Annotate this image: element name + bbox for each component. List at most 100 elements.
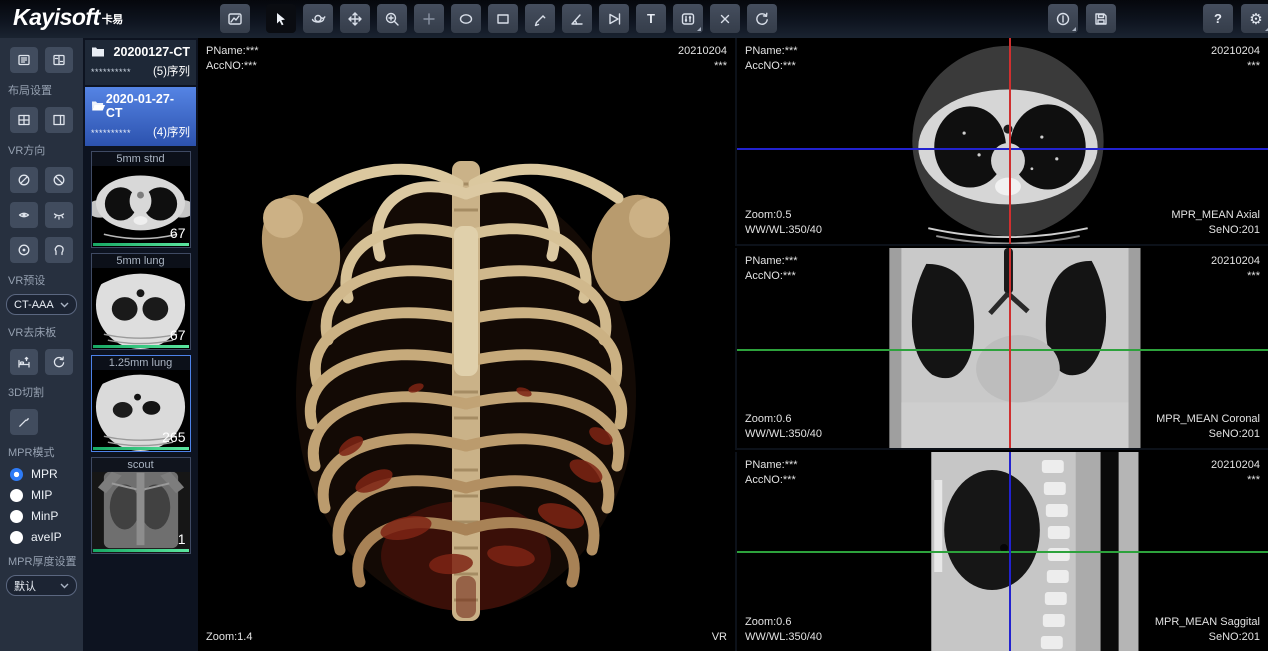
folder-open-icon — [91, 100, 106, 112]
window-level-value: WW/WL:350/40 — [745, 223, 822, 238]
reset-view-button[interactable] — [747, 4, 777, 33]
ellipse-roi-button[interactable] — [451, 4, 481, 33]
coronal-overlay-topright: 20210204 *** — [1211, 254, 1260, 284]
vr-overlay-topright: 20210204 *** — [678, 44, 727, 74]
rotate-3d-button[interactable] — [303, 4, 333, 33]
mpr-mode-option-mip[interactable]: MIP — [10, 488, 83, 502]
sagittal-crosshair-vertical[interactable] — [1009, 452, 1011, 651]
zoom-factor: Zoom:0.6 — [745, 412, 822, 427]
masked-value: *** — [678, 59, 727, 74]
delete-annotation-button[interactable] — [710, 4, 740, 33]
sagittal-overlay-bottomleft: Zoom:0.6 WW/WL:350/40 — [745, 615, 822, 645]
thumbnail-label: scout — [92, 458, 190, 472]
zoom-factor: Zoom:1.4 — [206, 630, 252, 645]
radio-selected-icon — [10, 468, 23, 481]
chevron-down-icon — [60, 302, 69, 308]
text-annotation-button[interactable]: T — [636, 4, 666, 33]
coronal-viewport[interactable]: PName:*** AccNO:*** 20210204 *** Zoom:0.… — [735, 248, 1268, 450]
help-button[interactable]: ? — [1203, 4, 1233, 33]
restore-icon — [52, 355, 66, 369]
compare-layout-button[interactable] — [45, 47, 73, 73]
crosshair-button[interactable] — [414, 4, 444, 33]
series-thumbnail-scout[interactable]: scout 1 — [91, 457, 191, 554]
axial-viewport[interactable]: PName:*** AccNO:*** 20210204 *** Zoom:0.… — [735, 38, 1268, 246]
sagittal-crosshair-horizontal[interactable] — [737, 551, 1268, 553]
vr-dir-anterior-button[interactable] — [10, 202, 38, 228]
info-tool-group — [1048, 4, 1116, 33]
study-meta: ********** (4)序列 — [91, 124, 190, 140]
settings-button[interactable]: ⚙ — [1241, 4, 1268, 33]
left-sidebar: 布局设置 VR方向 — [0, 38, 83, 651]
vr-bed-row — [0, 349, 83, 375]
cursor-icon — [273, 11, 289, 27]
axial-crosshair-horizontal[interactable] — [737, 148, 1268, 150]
measure-line-button[interactable] — [525, 4, 555, 33]
mpr-thickness-select[interactable]: 默认 — [6, 575, 77, 596]
radio-icon — [10, 531, 23, 544]
mpr-mode-option-mpr[interactable]: MPR — [10, 467, 83, 481]
coronal-crosshair-horizontal[interactable] — [737, 349, 1268, 351]
submenu-corner-icon — [1072, 27, 1076, 31]
window-level-value: WW/WL:350/40 — [745, 427, 822, 442]
mpr-image-icon — [227, 11, 243, 27]
cobb-angle-button[interactable] — [599, 4, 629, 33]
patient-name-masked: ********** — [91, 128, 131, 138]
vr-preset-select[interactable]: CT-AAA — [6, 294, 77, 315]
vr-dir-head-button[interactable] — [10, 237, 38, 263]
grid-2x2-button[interactable] — [10, 107, 38, 133]
vr-dir-left-button[interactable] — [10, 167, 38, 193]
axial-overlay-topleft: PName:*** AccNO:*** — [745, 44, 798, 74]
series-thumbnail-5mm-lung[interactable]: 5mm lung 67 — [91, 253, 191, 350]
radio-icon — [10, 489, 23, 502]
vr-dir-posterior-button[interactable] — [45, 202, 73, 228]
study-header: 2020-01-27-CT — [91, 92, 190, 120]
thumbnail-image-number: 1 — [178, 531, 186, 547]
accession-number: AccNO:*** — [206, 59, 259, 74]
layout-right-column-icon — [52, 113, 66, 127]
study-header: 20200127-CT — [91, 45, 190, 59]
rectangle-icon — [495, 11, 511, 27]
main-tool-group: T — [220, 4, 777, 33]
patient-name: PName:*** — [745, 254, 798, 269]
top-toolbar: Kayisoft卡易 — [0, 0, 1268, 38]
sagittal-overlay-bottomright: MPR_MEAN Saggital SeNO:201 — [1155, 615, 1260, 645]
zoom-factor: Zoom:0.5 — [745, 208, 822, 223]
cursor-button[interactable] — [266, 4, 296, 33]
layout-right-column-button[interactable] — [45, 107, 73, 133]
pan-button[interactable] — [340, 4, 370, 33]
vr-dir-right-button[interactable] — [45, 167, 73, 193]
logo-text: Kayisoft — [13, 4, 100, 30]
study-item-2-active[interactable]: 2020-01-27-CT ********** (4)序列 — [85, 87, 196, 146]
mpr-mode-option-minp[interactable]: MinP — [10, 509, 83, 523]
sagittal-viewport[interactable]: PName:*** AccNO:*** 20210204 *** Zoom:0.… — [735, 452, 1268, 651]
rectangle-roi-button[interactable] — [488, 4, 518, 33]
vr-viewport[interactable]: PName:*** AccNO:*** 20210204 *** Zoom:1.… — [198, 38, 735, 651]
axial-crosshair-vertical[interactable] — [1009, 38, 1011, 244]
window-level-button[interactable] — [673, 4, 703, 33]
vr-dir-anterior-icon — [17, 208, 31, 222]
scalpel-button[interactable] — [10, 409, 38, 435]
window-level-value: WW/WL:350/40 — [745, 630, 822, 645]
series-thumbnail-5mm-stnd[interactable]: 5mm stnd 67 — [91, 151, 191, 248]
accession-number: AccNO:*** — [745, 269, 798, 284]
info-button[interactable] — [1048, 4, 1078, 33]
mpr-image-button[interactable] — [220, 4, 250, 33]
mpr-mode-option-aveip[interactable]: aveIP — [10, 530, 83, 544]
remove-bed-button[interactable] — [10, 349, 38, 375]
study-date: 20210204 — [1211, 458, 1260, 473]
coronal-crosshair-vertical[interactable] — [1009, 248, 1011, 448]
cut-3d-label: 3D切割 — [0, 375, 83, 400]
text-annotation-icon: T — [647, 11, 655, 26]
gear-icon: ⚙ — [1249, 10, 1262, 28]
zoom-button[interactable] — [377, 4, 407, 33]
restore-bed-button[interactable] — [45, 349, 73, 375]
series-thumbnail-125mm-lung[interactable]: 1.25mm lung 265 — [91, 355, 191, 452]
accession-number: AccNO:*** — [745, 59, 798, 74]
series-number: SeNO:201 — [1156, 427, 1260, 442]
ellipse-icon — [458, 11, 474, 27]
report-layout-button[interactable] — [10, 47, 38, 73]
vr-dir-feet-button[interactable] — [45, 237, 73, 263]
angle-button[interactable] — [562, 4, 592, 33]
study-item-1[interactable]: 20200127-CT ********** (5)序列 — [85, 40, 196, 85]
save-button[interactable] — [1086, 4, 1116, 33]
